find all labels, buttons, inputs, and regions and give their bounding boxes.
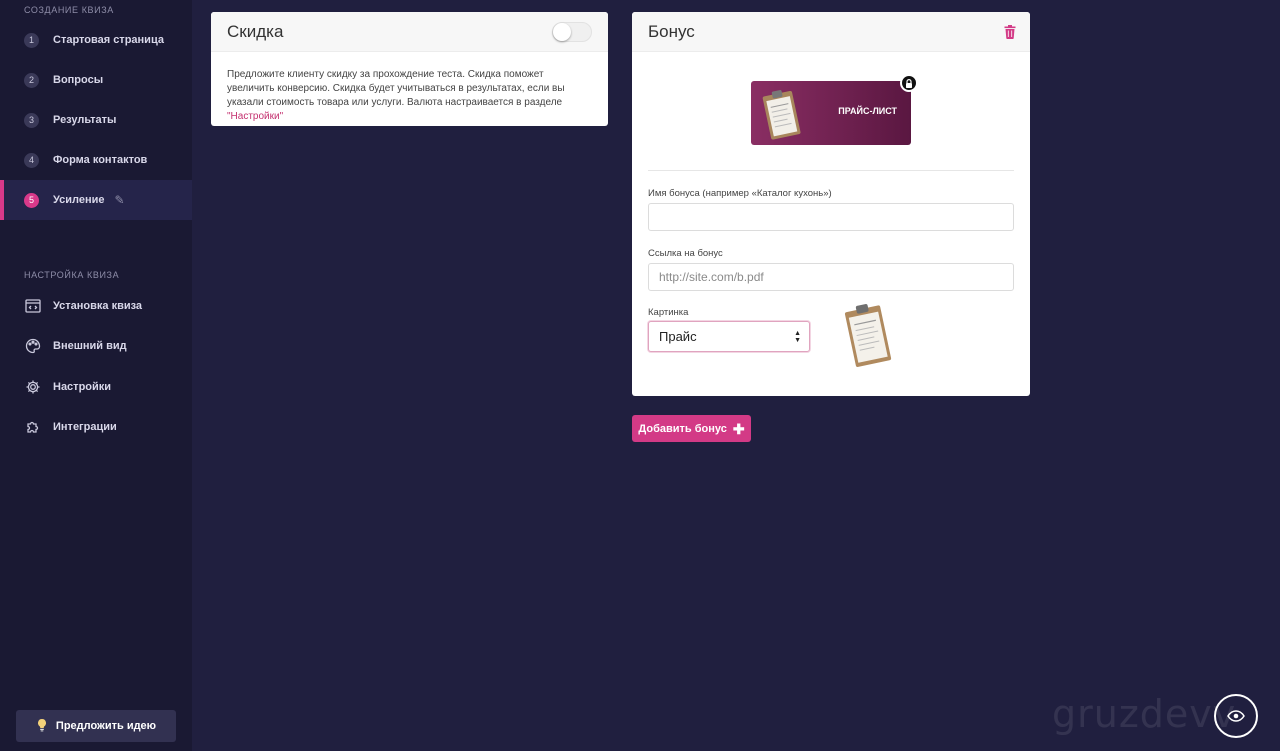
sidebar-item-label: Установка квиза xyxy=(53,300,143,312)
toggle-knob xyxy=(553,23,571,41)
discount-description: Предложите клиенту скидку за прохождение… xyxy=(211,52,608,140)
suggest-idea-label: Предложить идею xyxy=(55,720,157,732)
sidebar-item-label: Форма контактов xyxy=(53,154,148,166)
palette-icon xyxy=(24,338,41,355)
eye-icon xyxy=(1227,710,1245,722)
sidebar-item-install[interactable]: Установка квиза xyxy=(0,286,192,326)
bonus-name-input[interactable] xyxy=(648,203,1014,231)
section-title-settings: НАСТРОЙКА КВИЗА xyxy=(24,270,120,280)
plus-icon: ✚ xyxy=(732,420,745,437)
sidebar-item-results[interactable]: 3 Результаты xyxy=(0,100,192,140)
clipboard-thumbnail xyxy=(844,304,892,367)
sidebar-item-label: Усиление xyxy=(53,194,105,206)
divider xyxy=(648,170,1014,171)
discount-toggle[interactable] xyxy=(552,22,592,42)
discount-title: Скидка xyxy=(227,21,284,41)
sidebar-item-start-page[interactable]: 1 Стартовая страница xyxy=(0,20,192,60)
sidebar-item-label: Вопросы xyxy=(53,74,104,86)
preview-button[interactable] xyxy=(1214,694,1258,738)
discount-description-text: Предложите клиенту скидку за прохождение… xyxy=(227,69,565,108)
banner-text: ПРАЙС-ЛИСТ xyxy=(838,106,897,116)
bonus-preview-banner: ПРАЙС-ЛИСТ xyxy=(751,81,911,145)
image-select[interactable]: Прайс ▲ ▼ xyxy=(648,321,810,352)
sidebar-item-appearance[interactable]: Внешний вид xyxy=(0,326,192,366)
step-number: 2 xyxy=(24,72,39,88)
gear-icon xyxy=(24,379,41,396)
add-bonus-label: Добавить бонус xyxy=(638,422,727,435)
sidebar-item-questions[interactable]: 2 Вопросы xyxy=(0,60,192,100)
sidebar-item-settings[interactable]: Настройки xyxy=(0,367,192,407)
step-number: 5 xyxy=(24,192,39,208)
discount-card-header: Скидка xyxy=(211,12,608,52)
watermark: gruzdevv xyxy=(1052,692,1237,736)
bonus-name-label: Имя бонуса (например «Каталог кухонь») xyxy=(648,188,832,199)
bonus-link-label: Ссылка на бонус xyxy=(648,248,723,259)
sidebar-item-contact-form[interactable]: 4 Форма контактов xyxy=(0,140,192,180)
bonus-title: Бонус xyxy=(648,21,695,41)
lock-icon[interactable] xyxy=(900,74,918,92)
section-title-create: СОЗДАНИЕ КВИЗА xyxy=(24,5,114,15)
sidebar-item-integrations[interactable]: Интеграции xyxy=(0,407,192,447)
bonus-link-input[interactable] xyxy=(648,263,1014,291)
lightbulb-icon xyxy=(36,718,48,735)
sidebar-item-label: Внешний вид xyxy=(53,340,127,352)
trash-icon[interactable] xyxy=(1004,25,1016,39)
add-bonus-button[interactable]: Добавить бонус ✚ xyxy=(632,415,751,442)
clipboard-icon xyxy=(762,90,801,140)
sidebar-item-boost[interactable]: 5 Усиление ✎ xyxy=(0,180,192,220)
step-number: 4 xyxy=(24,152,39,168)
sidebar-item-label: Интеграции xyxy=(53,421,117,433)
image-select-value: Прайс xyxy=(659,329,697,344)
sidebar-item-label: Результаты xyxy=(53,114,117,126)
select-arrows-icon: ▲ ▼ xyxy=(794,330,801,344)
puzzle-icon xyxy=(24,419,41,436)
step-number: 3 xyxy=(24,112,39,128)
pencil-icon: ✎ xyxy=(114,193,125,207)
suggest-idea-button[interactable]: Предложить идею xyxy=(16,710,176,742)
sidebar-item-label: Стартовая страница xyxy=(53,34,164,46)
step-number: 1 xyxy=(24,32,39,48)
discount-card: Скидка Предложите клиенту скидку за прох… xyxy=(211,12,608,126)
sidebar: СОЗДАНИЕ КВИЗА 1 Стартовая страница 2 Во… xyxy=(0,0,192,751)
settings-link[interactable]: "Настройки" xyxy=(227,111,283,122)
sidebar-item-label: Настройки xyxy=(53,381,112,393)
bonus-card: Бонус ПРАЙС-ЛИСТ Имя бонуса (например «К… xyxy=(632,12,1030,396)
code-window-icon xyxy=(24,298,41,315)
bonus-card-header: Бонус xyxy=(632,12,1030,52)
image-label: Картинка xyxy=(648,307,689,318)
